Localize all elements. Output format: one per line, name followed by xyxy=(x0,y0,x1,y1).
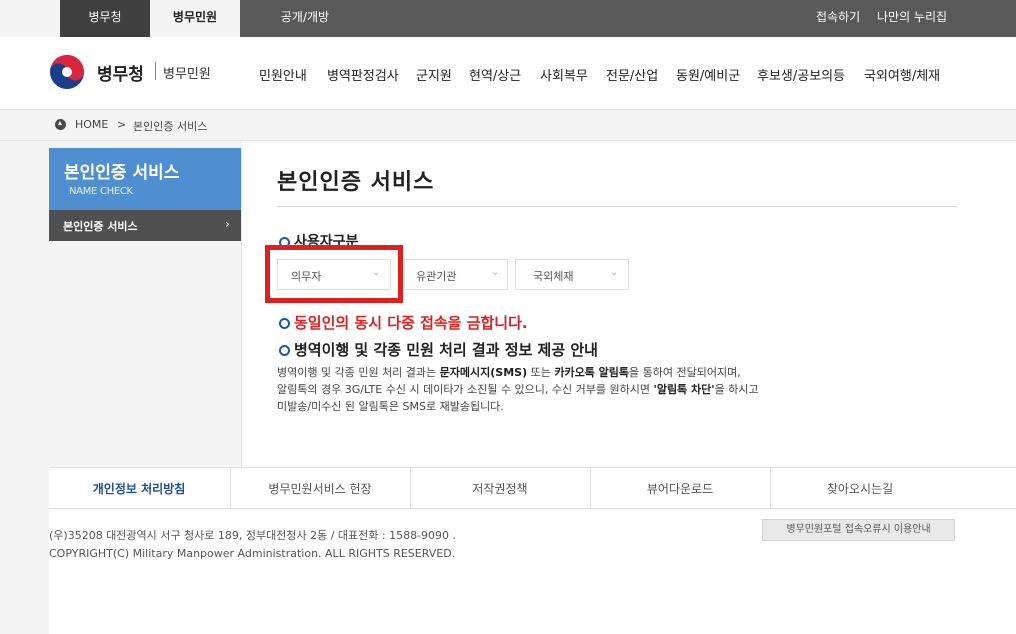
menu-overseas-travel[interactable]: 국외여행/체재 xyxy=(864,65,940,84)
home-icon[interactable] xyxy=(55,119,66,130)
footer-address: (우)35208 대전광역시 서구 청사로 189, 정부대전청사 2동 / 대… xyxy=(49,529,457,542)
chevron-down-icon: ⌄ xyxy=(610,267,619,278)
breadcrumb-separator: > xyxy=(117,118,127,131)
login-link[interactable]: 접속하기 xyxy=(816,0,860,37)
connection-error-guide-button[interactable]: 병무민원포털 접속오류시 이용안내 xyxy=(762,519,955,541)
select-related-agency-label: 유관기관 xyxy=(416,270,457,283)
footer-viewer-download-link[interactable]: 뷰어다운로드 xyxy=(590,480,770,497)
logo-divider xyxy=(155,62,156,80)
bullet-icon xyxy=(279,345,290,356)
footer-copyright: COPYRIGHT(C) Military Manpower Administr… xyxy=(49,547,456,560)
title-divider xyxy=(277,206,958,207)
sidebar-title: 본인인증 서비스 xyxy=(64,163,180,183)
tab-civil-service[interactable]: 병무민원 xyxy=(150,0,240,37)
sidebar-subtitle: NAME CHECK xyxy=(69,186,133,197)
menu-candidates[interactable]: 후보생/공보의등 xyxy=(757,65,845,84)
select-overseas-stay[interactable]: 국외체재 ⌄ xyxy=(515,259,629,290)
footer-service-charter-link[interactable]: 병무민원서비스 헌장 xyxy=(230,480,410,497)
menu-military-application[interactable]: 군지원 xyxy=(416,65,452,84)
notice-line-1: 병역이행 및 각종 민원 처리 결과는 문자메시지(SMS) 또는 카카오톡 알… xyxy=(277,366,741,379)
my-homepage-link[interactable]: 나만의 누리집 xyxy=(877,0,947,37)
top-bar-left-spacer xyxy=(0,0,60,37)
tab-open-public[interactable]: 공개/개방 xyxy=(240,0,370,37)
logo-sub-text[interactable]: 병무민원 xyxy=(163,63,211,82)
page-title: 본인인증 서비스 xyxy=(277,170,435,195)
notice-line-2: 알림톡의 경우 3G/LTE 수신 시 데이타가 소진될 수 있으니, 수신 거… xyxy=(277,383,759,396)
menu-reserve-forces[interactable]: 동원/예비군 xyxy=(676,65,740,84)
concurrent-login-warning: 동일인의 동시 다중 접속을 금합니다. xyxy=(294,314,528,332)
footer-privacy-policy-link[interactable]: 개인정보 처리방침 xyxy=(49,480,229,497)
menu-expert-industry[interactable]: 전문/산업 xyxy=(606,65,658,84)
menu-active-duty[interactable]: 현역/상근 xyxy=(469,65,521,84)
logo-main-text[interactable]: 병무청 xyxy=(97,60,144,85)
sidebar-item-label[interactable]: 본인인증 서비스 xyxy=(63,218,138,234)
chevron-down-icon: ⌄ xyxy=(491,267,500,278)
menu-civil-guide[interactable]: 민원안내 xyxy=(259,65,307,84)
notice-title: 병역이행 및 각종 민원 처리 결과 정보 제공 안내 xyxy=(294,341,598,359)
taegeuk-logo-icon[interactable] xyxy=(49,54,85,90)
chevron-right-icon: › xyxy=(225,217,230,231)
highlight-box xyxy=(265,245,403,303)
menu-social-service[interactable]: 사회복무 xyxy=(540,65,588,84)
select-overseas-stay-label: 국외체재 xyxy=(533,270,574,283)
select-related-agency[interactable]: 유관기관 ⌄ xyxy=(404,259,508,290)
breadcrumb-home[interactable]: HOME xyxy=(75,118,108,131)
footer-directions-link[interactable]: 찾아오시는길 xyxy=(770,480,950,497)
tab-mma[interactable]: 병무청 xyxy=(60,0,150,37)
menu-conscription-exam[interactable]: 병역판정검사 xyxy=(327,65,399,84)
breadcrumb-current[interactable]: 본인인증 서비스 xyxy=(133,118,207,134)
bullet-icon xyxy=(279,318,290,329)
notice-line-3: 미발송/미수신 된 알림톡은 SMS로 재발송됩니다. xyxy=(277,400,504,413)
footer-copyright-policy-link[interactable]: 저작권정책 xyxy=(410,480,590,497)
